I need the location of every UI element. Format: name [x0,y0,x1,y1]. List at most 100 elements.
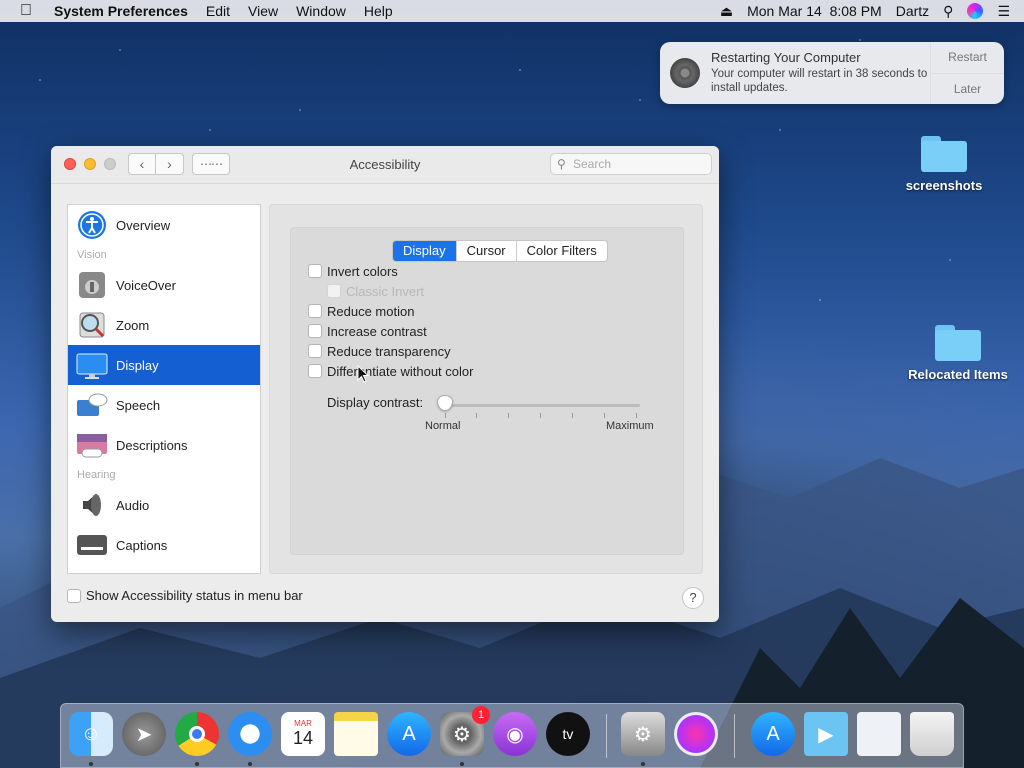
software-update-icon [670,58,700,88]
sidebar-header-vision: Vision [77,249,107,261]
sidebar-item-audio[interactable]: Audio [68,485,260,525]
tab-bar: Display Cursor Color Filters [392,240,608,262]
increase-contrast-checkbox[interactable] [308,324,322,338]
zoom-icon [76,309,108,341]
apple-menu-icon[interactable]:  [20,2,38,20]
sidebar-item-label: Overview [116,217,171,233]
safari-window-thumbnail-icon[interactable] [857,712,901,756]
calendar-icon[interactable]: MAR 14 [281,712,325,756]
trash-icon[interactable] [910,712,954,756]
sidebar-item-label: Captions [116,537,168,553]
voiceover-icon [76,269,108,301]
downloads-folder-icon[interactable]: ▶ [804,712,848,756]
menu-clock[interactable]: Mon Mar 14 8:08 PM [747,3,882,19]
help-button[interactable]: ? [682,587,704,609]
user-menu[interactable]: Dartz [896,3,929,19]
calendar-month: MAR [294,719,312,728]
show-status-checkbox[interactable] [67,588,81,603]
app-menu[interactable]: System Preferences [54,3,188,19]
restart-notification: Restarting Your Computer Your computer w… [660,42,1004,104]
update-badge: 1 [472,706,490,724]
classic-invert-checkbox [327,284,341,298]
display-contrast-slider-track[interactable] [438,404,640,407]
sidebar-item-label: Display [116,357,159,373]
captions-icon [76,529,108,561]
slider-tick [445,413,446,418]
contrast-max-label: Maximum [606,420,654,432]
increase-contrast-option[interactable]: Increase contrast [308,322,427,340]
chrome-icon[interactable] [175,712,219,756]
notification-body: Your computer will restart in 38 seconds… [711,68,928,94]
sidebar-item-zoom[interactable]: Zoom [68,305,260,345]
eject-icon[interactable]: ⏏ [720,3,733,20]
menu-window[interactable]: Window [296,3,346,19]
restart-button[interactable]: Restart [931,42,1004,73]
running-indicator [89,762,93,766]
tv-label: tv [562,726,574,742]
tab-cursor[interactable]: Cursor [455,241,516,261]
slider-tick [508,413,509,418]
search-icon[interactable]: ⚲ [943,3,953,20]
show-status-option[interactable]: Show Accessibility status in menu bar [67,588,303,603]
menu-view[interactable]: View [248,3,278,19]
app-store-icon[interactable]: A [387,712,431,756]
sidebar-header-hearing: Hearing [77,469,116,481]
siri-icon[interactable] [967,3,984,19]
window-titlebar[interactable]: ‹ › ⋯⋯ Accessibility ⚲ Search [51,146,719,184]
display-icon [76,349,108,381]
invert-colors-option[interactable]: Invert colors [308,262,398,280]
sidebar-item-voiceover[interactable]: VoiceOver [68,265,260,305]
invert-colors-checkbox[interactable] [308,264,322,278]
desktop-folder-label: Relocated Items [908,367,1008,382]
desktop-folder-screenshots[interactable]: screenshots [884,136,1004,193]
sidebar-item-display[interactable]: Display [68,345,260,385]
notes-icon[interactable] [334,712,378,756]
reduce-motion-checkbox[interactable] [308,304,322,318]
sidebar-item-overview[interactable]: Overview [68,205,260,245]
podcasts-icon[interactable]: ◉ [493,712,537,756]
reduce-motion-option[interactable]: Reduce motion [308,302,414,320]
dock-separator [606,714,607,758]
invert-colors-label: Invert colors [327,263,398,279]
differentiate-without-color-checkbox[interactable] [308,364,322,378]
folder-icon [921,136,967,172]
reduce-transparency-checkbox[interactable] [308,344,322,358]
sidebar-item-descriptions[interactable]: Descriptions [68,425,260,465]
slider-tick [540,413,541,418]
menu-edit[interactable]: Edit [206,3,230,19]
speaker-icon [76,489,108,521]
calendar-day: 14 [292,728,314,748]
finder-icon[interactable]: ☺ [69,712,113,756]
apple-tv-icon[interactable]: tv [546,712,590,756]
notification-center-icon[interactable]: ☰ [997,3,1010,20]
tab-color-filters[interactable]: Color Filters [515,241,607,261]
menu-bar-extras: ⏏ Mon Mar 14 8:08 PM Dartz ⚲ ☰ [720,3,1010,20]
running-indicator [248,762,252,766]
automator-icon[interactable]: ⚙ [621,712,665,756]
differentiate-without-color-label: Differentiate without color [327,363,474,379]
launchpad-icon[interactable]: ➤ [122,712,166,756]
system-preferences-icon[interactable]: ⚙ 1 [440,706,490,756]
show-status-label: Show Accessibility status in menu bar [86,588,303,603]
later-button[interactable]: Later [931,73,1004,104]
search-field[interactable]: ⚲ Search [550,153,712,175]
slider-tick [636,413,637,418]
classic-invert-option: Classic Invert [327,282,424,300]
menu-help[interactable]: Help [364,3,393,19]
descriptions-icon [76,429,108,461]
tab-display[interactable]: Display [393,241,456,261]
dock-separator [734,714,735,758]
sidebar-item-label: Descriptions [116,437,188,453]
app-store-download-icon[interactable]: A [751,712,795,756]
magnifier-icon: ⚲ [557,157,566,171]
sidebar-item-captions[interactable]: Captions [68,525,260,565]
installer-icon[interactable] [674,712,718,756]
differentiate-without-color-option[interactable]: Differentiate without color [308,362,473,380]
sidebar-item-speech[interactable]: Speech [68,385,260,425]
running-indicator [195,762,199,766]
sidebar-item-label: Speech [116,397,161,413]
safari-icon[interactable]: ❖ [228,712,272,756]
dock: ☺ ➤ ❖ MAR 14 A ⚙ 1 ◉ tv ⚙ A ▶ [60,703,964,768]
reduce-transparency-option[interactable]: Reduce transparency [308,342,451,360]
desktop-folder-relocated-items[interactable]: Relocated Items [898,325,1018,382]
